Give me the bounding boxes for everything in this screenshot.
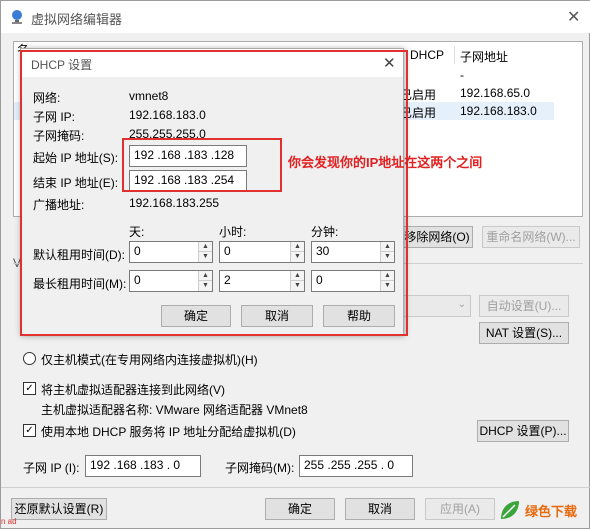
nat-settings-button[interactable]: NAT 设置(S)... bbox=[479, 322, 569, 344]
watermark-logo: 绿色下载 bbox=[497, 495, 587, 527]
column-divider bbox=[454, 46, 455, 64]
title-bar: 虚拟网络编辑器 ✕ bbox=[1, 1, 590, 33]
dhcp-settings-button[interactable]: DHCP 设置(P)... bbox=[477, 420, 569, 442]
chevron-down-icon: ⌄ bbox=[457, 299, 466, 310]
watermark-brand: 绿色下载 bbox=[525, 504, 578, 519]
apply-button[interactable]: 应用(A) bbox=[425, 498, 495, 520]
cancel-button[interactable]: 取消 bbox=[345, 498, 415, 520]
bridge-adapter-select[interactable]: ⌄ bbox=[401, 295, 471, 317]
remove-network-button[interactable]: 移除网络(O) bbox=[401, 226, 473, 248]
ok-button[interactable]: 确定 bbox=[265, 498, 335, 520]
window-close-button[interactable]: ✕ bbox=[567, 7, 580, 27]
row-subnet: 192.168.65.0 bbox=[460, 86, 531, 100]
watermark-fragment: n ad bbox=[1, 517, 17, 526]
network-globe-icon bbox=[12, 10, 22, 24]
table-header-dhcp[interactable]: DHCP bbox=[410, 48, 444, 62]
annotation-text: 你会发现你的IP地址在这两个之间 bbox=[288, 155, 483, 170]
row-subnet: 192.168.183.0 bbox=[460, 104, 537, 118]
auto-settings-button[interactable]: 自动设置(U)... bbox=[479, 295, 569, 317]
connect-adapter-checkbox[interactable]: ✓ bbox=[23, 382, 36, 395]
restore-defaults-button[interactable]: 还原默认设置(R) bbox=[11, 498, 107, 520]
ip-range-highlight-box bbox=[122, 138, 282, 192]
connect-adapter-label: 将主机虚拟适配器连接到此网络(V) bbox=[41, 383, 225, 397]
subnet-ip-label: 子网 IP (I): bbox=[23, 461, 80, 475]
adapter-name-text: 主机虚拟适配器名称: VMware 网络适配器 VMnet8 bbox=[41, 403, 308, 417]
table-header-subnet[interactable]: 子网地址 bbox=[460, 48, 508, 65]
subnet-mask-label: 子网掩码(M): bbox=[225, 461, 295, 475]
rename-network-button[interactable]: 重命名网络(W)... bbox=[482, 226, 580, 248]
host-only-radio[interactable] bbox=[23, 352, 36, 365]
subnet-mask-input[interactable]: 255 .255 .255 . 0 bbox=[299, 455, 413, 477]
host-only-label: 仅主机模式(在专用网络内连接虚拟机)(H) bbox=[41, 353, 258, 367]
use-dhcp-label: 使用本地 DHCP 服务将 IP 地址分配给虚拟机(D) bbox=[41, 425, 296, 439]
use-dhcp-checkbox[interactable]: ✓ bbox=[23, 424, 36, 437]
window-title: 虚拟网络编辑器 bbox=[31, 12, 123, 27]
dialog-highlight-box bbox=[20, 50, 408, 336]
subnet-ip-input[interactable]: 192 .168 .183 . 0 bbox=[85, 455, 201, 477]
row-subnet: - bbox=[460, 68, 464, 82]
footer-divider bbox=[1, 487, 590, 488]
leaf-logo-icon bbox=[501, 501, 519, 519]
